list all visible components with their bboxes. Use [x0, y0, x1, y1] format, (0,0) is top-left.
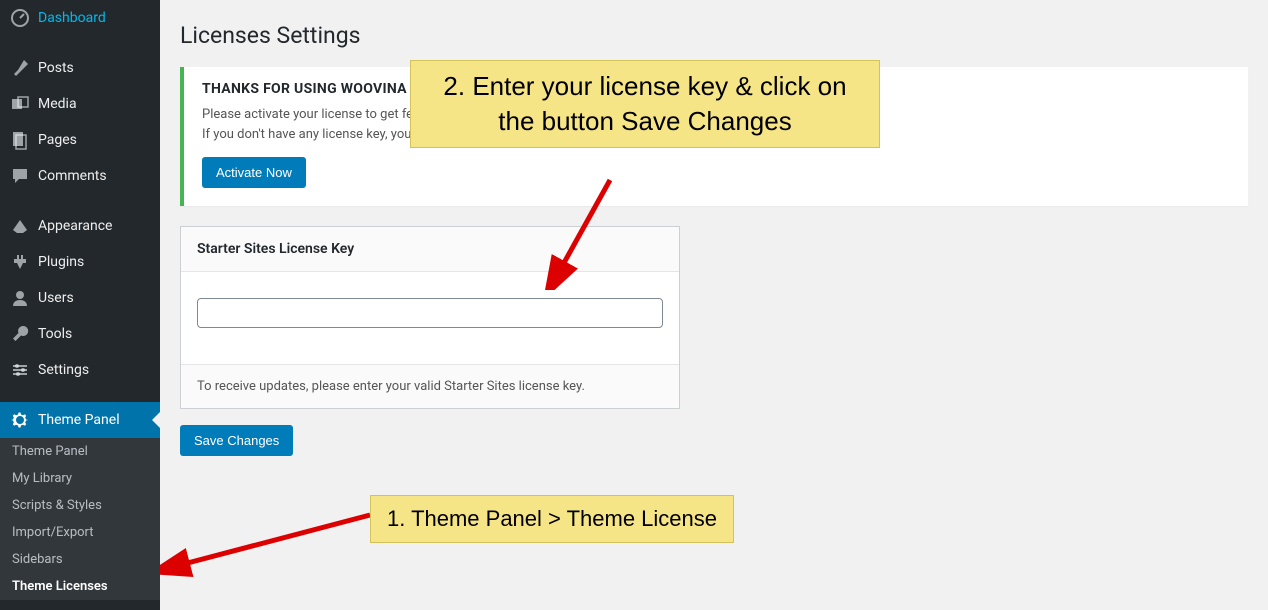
- dashboard-icon: [10, 8, 30, 28]
- save-changes-button[interactable]: Save Changes: [180, 425, 293, 456]
- sub-item-import-export[interactable]: Import/Export: [0, 519, 160, 546]
- sidebar-item-comments[interactable]: Comments: [0, 158, 160, 194]
- annotation-step-1: 1. Theme Panel > Theme License: [370, 495, 734, 543]
- sidebar-item-dashboard[interactable]: Dashboard: [0, 0, 160, 36]
- panel-footer: To receive updates, please enter your va…: [181, 364, 679, 408]
- sidebar-item-tools[interactable]: Tools: [0, 316, 160, 352]
- pages-icon: [10, 130, 30, 150]
- sub-item-theme-panel[interactable]: Theme Panel: [0, 438, 160, 465]
- users-icon: [10, 288, 30, 308]
- sub-item-theme-licenses[interactable]: Theme Licenses: [0, 573, 160, 600]
- sidebar-item-label: Dashboard: [38, 10, 106, 26]
- sidebar-item-appearance[interactable]: Appearance: [0, 208, 160, 244]
- sub-item-scripts-styles[interactable]: Scripts & Styles: [0, 492, 160, 519]
- sidebar-item-posts[interactable]: Posts: [0, 50, 160, 86]
- arrow-to-theme-licenses: [160, 510, 380, 580]
- sidebar-item-settings[interactable]: Settings: [0, 352, 160, 388]
- sidebar-item-pages[interactable]: Pages: [0, 122, 160, 158]
- sidebar-item-media[interactable]: Media: [0, 86, 160, 122]
- tools-icon: [10, 324, 30, 344]
- license-key-input[interactable]: [197, 298, 663, 328]
- gear-icon: [10, 410, 30, 430]
- sidebar-item-users[interactable]: Users: [0, 280, 160, 316]
- pin-icon: [10, 58, 30, 78]
- sidebar-item-label: Theme Panel: [38, 412, 120, 428]
- comments-icon: [10, 166, 30, 186]
- sidebar-item-label: Settings: [38, 362, 89, 378]
- main-content: Licenses Settings THANKS FOR USING WOOVI…: [160, 0, 1268, 610]
- arrow-to-input: [540, 170, 620, 290]
- sidebar-item-label: Plugins: [38, 254, 84, 270]
- sub-item-sidebars[interactable]: Sidebars: [0, 546, 160, 573]
- sidebar-item-plugins[interactable]: Plugins: [0, 244, 160, 280]
- sidebar-item-label: Media: [38, 96, 77, 112]
- annotation-step-2: 2. Enter your license key & click on the…: [410, 60, 880, 148]
- appearance-icon: [10, 216, 30, 236]
- sidebar-item-label: Tools: [38, 326, 72, 342]
- sidebar-item-label: Pages: [38, 132, 77, 148]
- sidebar-item-label: Users: [38, 290, 74, 306]
- sidebar-item-label: Posts: [38, 60, 74, 76]
- admin-sidebar: Dashboard Posts Media Pages Comments: [0, 0, 160, 610]
- sub-item-my-library[interactable]: My Library: [0, 465, 160, 492]
- activate-now-button[interactable]: Activate Now: [202, 157, 306, 188]
- page-title: Licenses Settings: [180, 22, 1248, 49]
- sidebar-item-theme-panel[interactable]: Theme Panel: [0, 402, 160, 438]
- sidebar-item-label: Appearance: [38, 218, 112, 234]
- sidebar-item-label: Comments: [38, 168, 107, 184]
- media-icon: [10, 94, 30, 114]
- plugins-icon: [10, 252, 30, 272]
- settings-icon: [10, 360, 30, 380]
